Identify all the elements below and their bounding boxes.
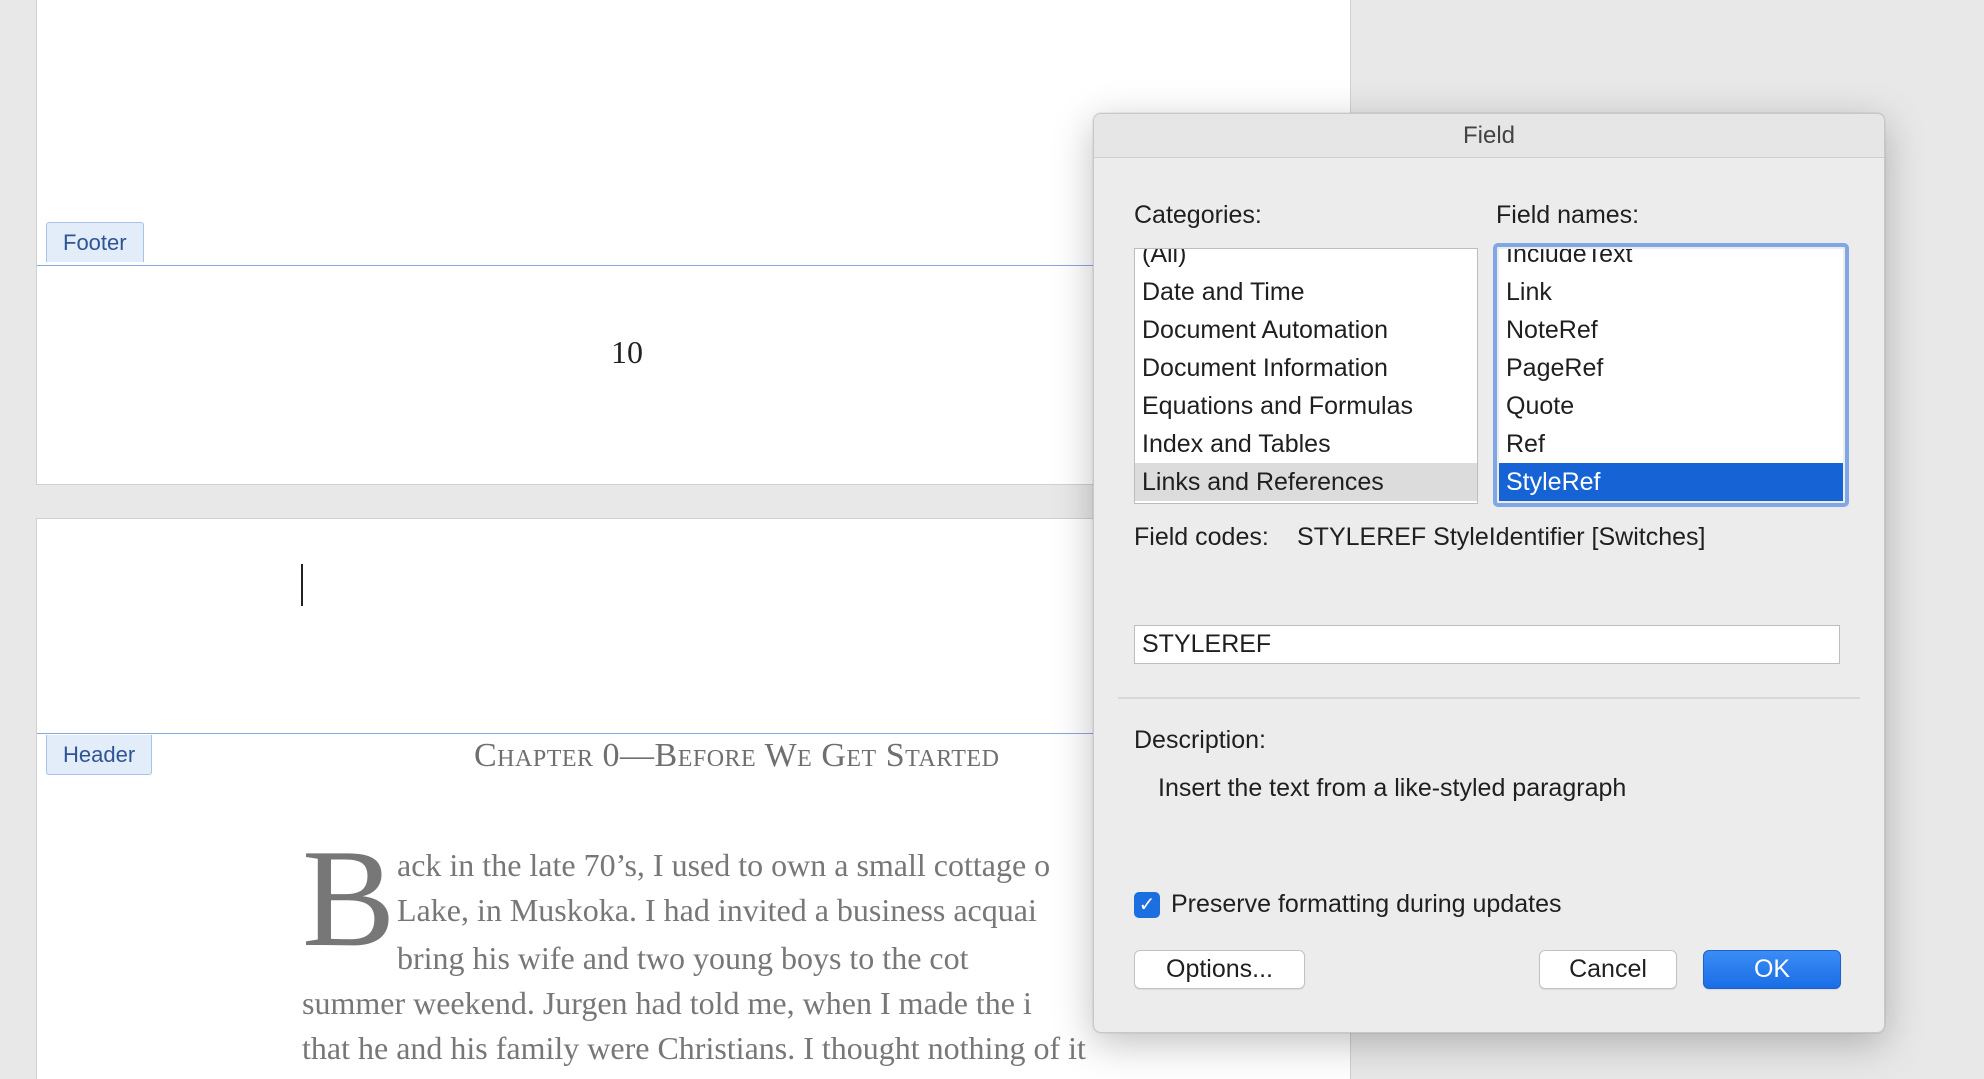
options-button[interactable]: Options... xyxy=(1134,950,1305,989)
checkmark-icon: ✓ xyxy=(1138,894,1156,916)
field-dialog: Field Categories: Field names: (All) Dat… xyxy=(1093,113,1885,1033)
category-item-selected[interactable]: Links and References xyxy=(1135,463,1477,501)
field-codes-label: Field codes: xyxy=(1134,523,1269,551)
field-code-input[interactable] xyxy=(1134,625,1840,664)
body-line: bring his wife and two young boys to the… xyxy=(397,940,969,976)
ok-button[interactable]: OK xyxy=(1703,950,1841,989)
field-names-list[interactable]: IncludeText Link NoteRef PageRef Quote R… xyxy=(1499,249,1843,501)
field-name-item-selected[interactable]: StyleRef xyxy=(1499,463,1843,501)
running-header: Chapter 0—Before We Get Started xyxy=(474,737,1000,774)
field-name-item[interactable]: PageRef xyxy=(1499,349,1843,387)
category-item[interactable]: Date and Time xyxy=(1135,273,1477,311)
cancel-button[interactable]: Cancel xyxy=(1539,950,1677,989)
field-name-item[interactable]: Quote xyxy=(1499,387,1843,425)
category-item[interactable]: (All) xyxy=(1135,249,1477,273)
body-line: that he and his family were Christians. … xyxy=(302,1030,1086,1066)
drop-cap: B xyxy=(302,821,396,976)
category-item[interactable]: Equations and Formulas xyxy=(1135,387,1477,425)
preserve-formatting-label[interactable]: Preserve formatting during updates xyxy=(1171,890,1562,919)
category-item[interactable]: Document Automation xyxy=(1135,311,1477,349)
field-names-label: Field names: xyxy=(1496,201,1640,229)
description-label: Description: xyxy=(1134,726,1266,754)
footer-tab[interactable]: Footer xyxy=(46,222,144,262)
categories-label: Categories: xyxy=(1134,201,1262,229)
page-number: 10 xyxy=(611,334,643,370)
dialog-title: Field xyxy=(1094,114,1884,158)
body-line: Lake, in Muskoka. I had invited a busine… xyxy=(397,892,1037,928)
field-name-item[interactable]: Ref xyxy=(1499,425,1843,463)
separator xyxy=(1118,697,1860,699)
header-tab[interactable]: Header xyxy=(46,735,153,775)
category-item[interactable]: Index and Tables xyxy=(1135,425,1477,463)
field-name-item[interactable]: NoteRef xyxy=(1499,311,1843,349)
text-cursor xyxy=(301,564,303,606)
field-name-item[interactable]: IncludeText xyxy=(1499,249,1843,273)
category-item[interactable]: Document Information xyxy=(1135,349,1477,387)
body-line: summer weekend. Jurgen had told me, when… xyxy=(302,985,1032,1021)
field-codes-syntax: STYLEREF StyleIdentifier [Switches] xyxy=(1297,523,1706,551)
preserve-formatting-checkbox[interactable]: ✓ xyxy=(1134,892,1160,918)
body-line: ack in the late 70’s, I used to own a sm… xyxy=(397,847,1051,883)
field-name-item[interactable]: Link xyxy=(1499,273,1843,311)
description-text: Insert the text from a like-styled parag… xyxy=(1158,774,1627,802)
field-names-focus-ring: IncludeText Link NoteRef PageRef Quote R… xyxy=(1493,243,1849,507)
categories-list[interactable]: (All) Date and Time Document Automation … xyxy=(1134,248,1478,504)
